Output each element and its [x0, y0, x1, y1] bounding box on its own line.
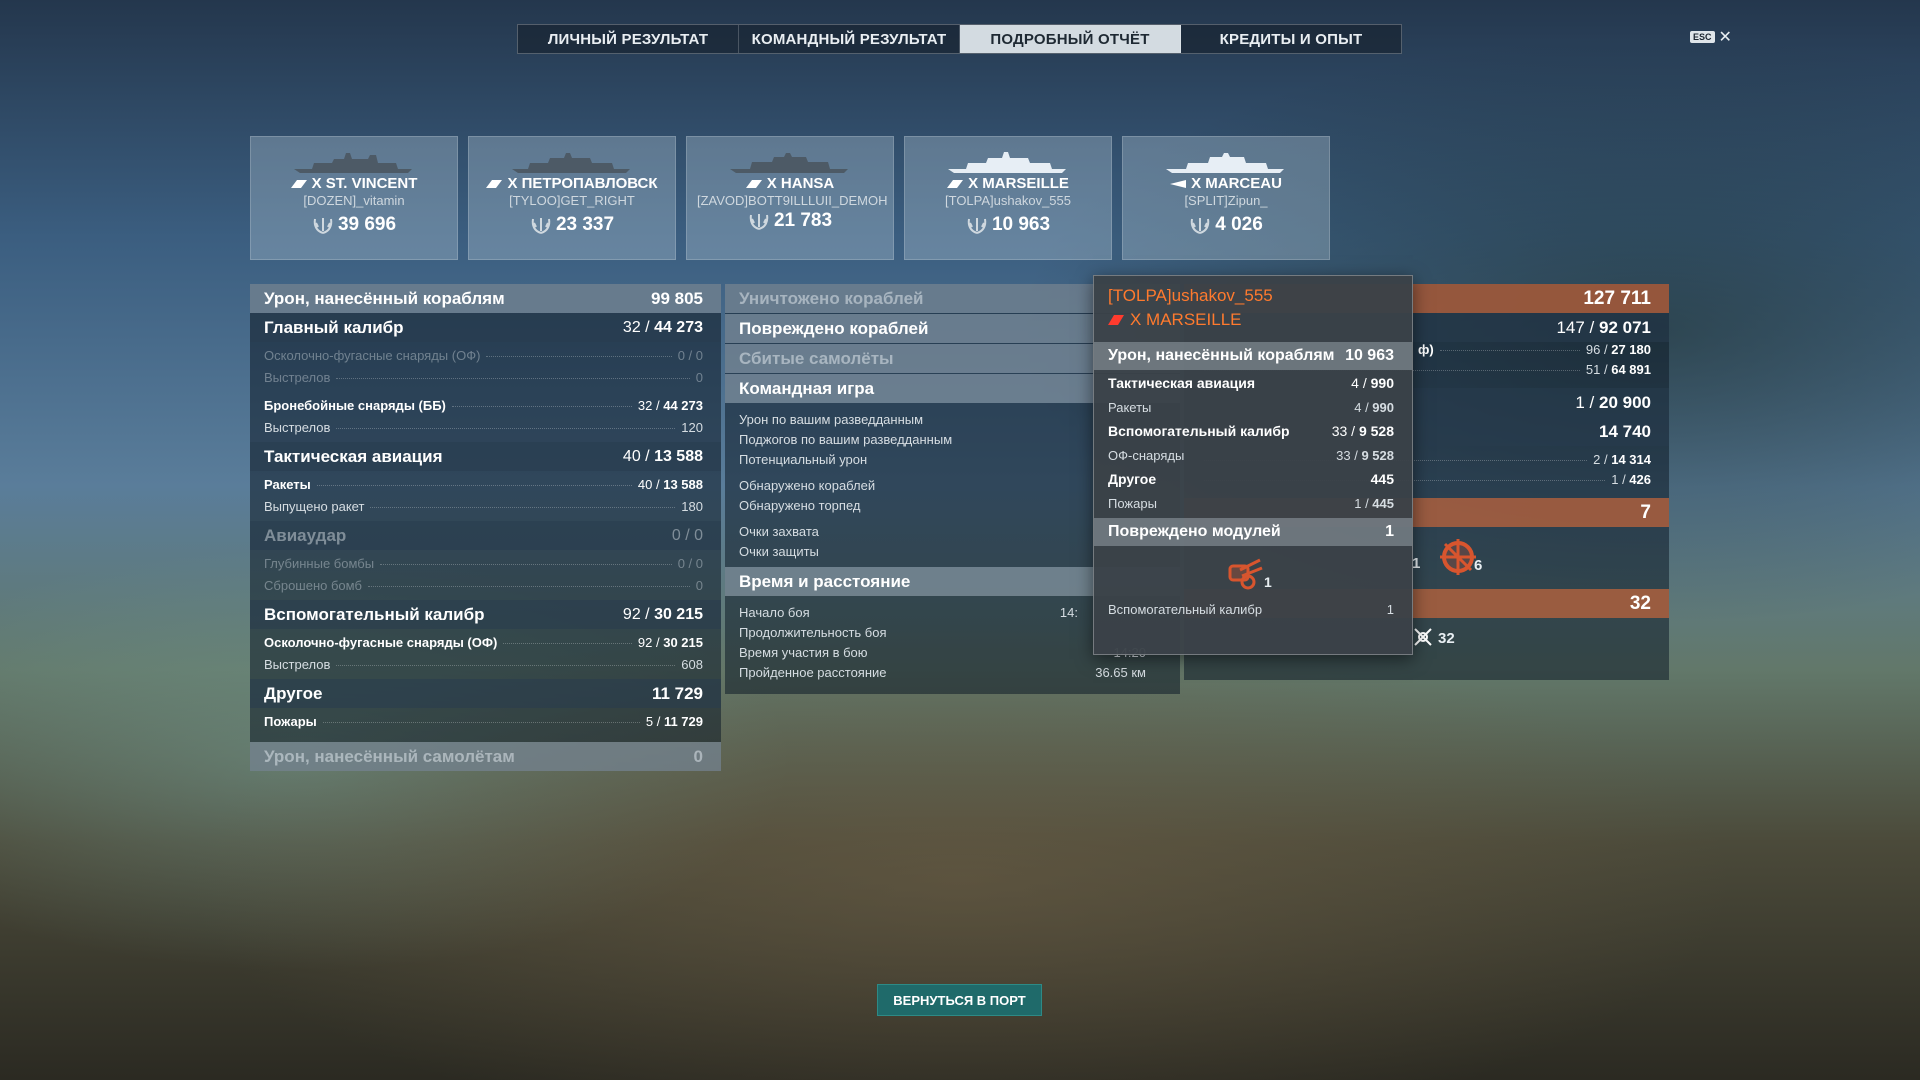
main-caliber-section: Главный калибр 32 / 44 273: [250, 313, 721, 342]
ship-name: X HANSA: [687, 175, 893, 192]
bombs-dropped-row: Сброшено бомб 0: [264, 578, 703, 593]
ship-score: 10 963: [905, 214, 1111, 236]
damage-wreath-icon: [749, 214, 769, 230]
other-section: Другое 11 729: [250, 679, 721, 708]
secondary-caliber-section: Вспомогательный калибр 92 / 30 215: [250, 600, 721, 629]
back-to-port-button[interactable]: ВЕРНУТЬСЯ В ПОРТ: [877, 984, 1042, 1016]
tooltip-secondary: Вспомогательный калибр 33 / 9 528: [1108, 423, 1394, 439]
tooltip-fires: Пожары 1 / 445: [1108, 495, 1394, 511]
damage-to-ships-header: Урон, нанесённый кораблям 99 805: [250, 284, 721, 313]
close-icon: ✕: [1718, 29, 1732, 46]
cruiser-silhouette-icon: [948, 152, 1066, 173]
ship-class-icon: [745, 179, 762, 188]
tooltip-module-icons: 1: [1094, 546, 1412, 598]
player-name: [DOZEN]_vitamin: [303, 193, 405, 208]
battleship-silhouette-icon: [1166, 153, 1284, 173]
rockets-fired-row: Выпущено ракет 180: [264, 499, 703, 514]
ship-class-icon: [290, 179, 307, 188]
tooltip-ship-name: X MARSEILLE: [1094, 306, 1412, 330]
esc-key-label: ESC: [1690, 31, 1715, 43]
ship-name: X ST. VINCENT: [251, 175, 457, 192]
damage-to-planes-header: Урон, нанесённый самолётам 0: [250, 742, 721, 771]
damage-wreath-icon: [313, 218, 333, 234]
fires-row: Пожары 5 / 11 729: [264, 714, 703, 729]
battleship-silhouette-icon: [730, 153, 848, 173]
ship-card[interactable]: X ПЕТРОПАВЛОВСК [TYLOO]GET_RIGHT 23 337: [468, 136, 676, 260]
ship-class-icon: [486, 179, 503, 188]
fire-count: 32: [1438, 630, 1455, 647]
tooltip-player-name: [TOLPA]ushakov_555: [1108, 286, 1273, 305]
ship-name: X ПЕТРОПАВЛОВСК: [469, 175, 675, 192]
he-shots-row: Выстрелов 0: [264, 370, 703, 385]
ship-card[interactable]: X MARCEAU [SPLIT]Zipun_ 4 026: [1122, 136, 1330, 260]
tab-personal-result[interactable]: ЛИЧНЫЙ РЕЗУЛЬТАТ: [518, 25, 739, 53]
damage-wreath-icon: [1190, 218, 1210, 234]
battleship-silhouette-icon: [294, 153, 412, 173]
secondary-gun-module-icon: [1228, 558, 1263, 590]
player-name: [SPLIT]Zipun_: [1184, 193, 1268, 208]
player-name: [ZAVOD]BOTT9ILLLUII_DEMOH: [697, 193, 888, 208]
tab-detailed-report[interactable]: ПОДРОБНЫЙ ОТЧЁТ: [960, 25, 1181, 53]
ship-card[interactable]: X ST. VINCENT [DOZEN]_vitamin 39 696: [250, 136, 458, 260]
ship-score: 23 337: [469, 214, 675, 236]
tooltip-tactical-air: Тактическая авиация 4 / 990: [1108, 375, 1394, 391]
player-name: [TYLOO]GET_RIGHT: [509, 193, 635, 208]
module-count: 1: [1264, 574, 1272, 590]
secondary-he-row: Осколочно-фугасные снаряды (ОФ) 92 / 30 2…: [264, 635, 703, 650]
module-count: 1: [1412, 555, 1421, 572]
ship-name: X MARCEAU: [1123, 175, 1329, 192]
distance-traveled-row: Пройденное расстояние 36.65 км: [739, 664, 1146, 680]
battleship-silhouette-icon: [512, 153, 630, 173]
ship-class-icon: [1170, 179, 1187, 188]
tooltip-damage-header: Урон, нанесённый кораблям 10 963: [1094, 342, 1412, 370]
tooltip-rockets: Ракеты 4 / 990: [1108, 399, 1394, 415]
he-shells-row: Осколочно-фугасные снаряды (ОФ) 0 / 0: [264, 348, 703, 363]
ap-shells-row: Бронебойные снаряды (ББ) 32 / 44 273: [264, 398, 703, 413]
tooltip-modules-header: Повреждено модулей 1: [1094, 518, 1412, 546]
tooltip-module-secondary: Вспомогательный калибр 1: [1108, 601, 1394, 617]
ship-class-icon: [1108, 315, 1124, 325]
fire-icon: [1414, 628, 1432, 646]
damage-wreath-icon: [967, 218, 987, 234]
tooltip-he-shells: ОФ-снаряды 33 / 9 528: [1108, 447, 1394, 463]
ship-class-icon: [947, 179, 964, 188]
damage-wreath-icon: [531, 218, 551, 234]
damage-panel: Урон, нанесённый кораблям 99 805 Главный …: [250, 284, 721, 771]
airstrike-section: Авиаудар 0 / 0: [250, 521, 721, 550]
module-count: 6: [1474, 557, 1483, 574]
tab-team-result[interactable]: КОМАНДНЫЙ РЕЗУЛЬТАТ: [739, 25, 960, 53]
tab-credits-xp[interactable]: КРЕДИТЫ И ОПЫТ: [1181, 25, 1401, 53]
ship-name: X MARSEILLE: [905, 175, 1111, 192]
tooltip-other: Другое 445: [1108, 471, 1394, 487]
player-tooltip: [TOLPA]ushakov_555 X MARSEILLE Урон, нан…: [1093, 275, 1413, 655]
depth-charges-row: Глубинные бомбы 0 / 0: [264, 556, 703, 571]
ship-card[interactable]: X MARSEILLE [TOLPA]ushakov_555 10 963: [904, 136, 1112, 260]
tactical-air-section: Тактическая авиация 40 / 13 588: [250, 442, 721, 471]
ship-score: 21 783: [687, 210, 893, 232]
ship-score: 39 696: [251, 214, 457, 236]
ship-card[interactable]: X HANSA [ZAVOD]BOTT9ILLLUII_DEMOH 21 783: [686, 136, 894, 260]
player-name: [TOLPA]ushakov_555: [945, 193, 1071, 208]
rockets-row: Ракеты 40 / 13 588: [264, 477, 703, 492]
ship-score: 4 026: [1123, 214, 1329, 236]
ap-shots-row: Выстрелов 120: [264, 420, 703, 435]
esc-close-button[interactable]: ESC ✕: [1690, 27, 1732, 47]
secondary-shots-row: Выстрелов 608: [264, 657, 703, 672]
result-tabs: ЛИЧНЫЙ РЕЗУЛЬТАТ КОМАНДНЫЙ РЕЗУЛЬТАТ ПОД…: [517, 24, 1402, 54]
